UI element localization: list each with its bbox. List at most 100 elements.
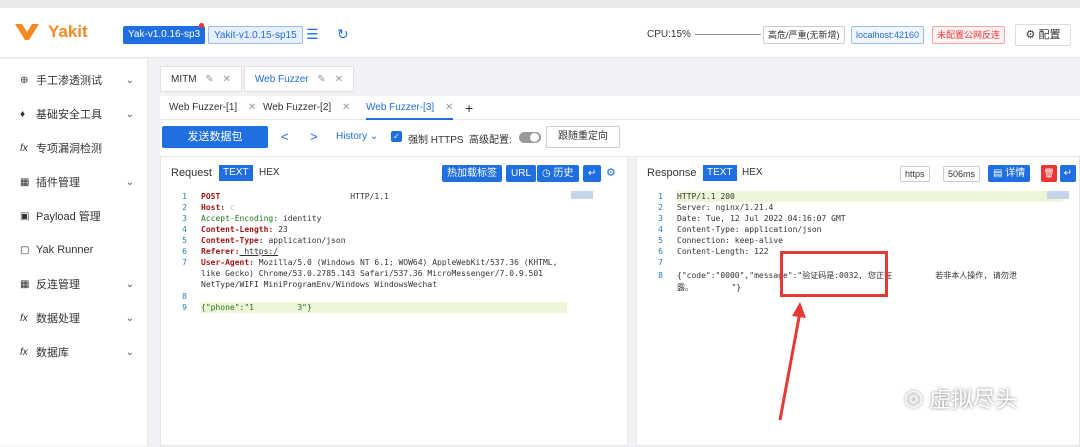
code-line: 7 [658,258,663,267]
wechat-icon: ◎ [904,385,924,410]
code-line: 5 Content-Type: application/json [182,236,346,245]
settings-icon[interactable]: ⚙ [606,166,616,179]
hotload-tag-button[interactable]: 热加载标签 [442,165,502,182]
detail-button[interactable]: ▤ 详情 [988,165,1031,182]
sidebar-item-database[interactable]: fx 数据库 ⌄ [0,335,148,369]
response-title: Response [647,167,697,179]
reverse-warning-chip[interactable]: 未配置公网反连 [932,26,1006,44]
tab-web-fuzzer-1[interactable]: Web Fuzzer-[1] ✕ [169,96,256,120]
sidebar-item-label: 插件管理 [36,177,80,189]
sidebar-item-label: 手工渗透测试 [36,75,102,87]
edit-icon[interactable]: ✎ [317,74,325,85]
tab-label: Web Fuzzer-[3] [366,102,435,113]
app-logo: Yakit [14,22,88,42]
prev-icon[interactable]: < [281,129,289,144]
code-line: 1 HTTP/1.1 200 [658,192,735,201]
detail-button-label: 详情 [1005,168,1026,179]
chevron-down-icon: ⌄ [125,312,134,324]
main-tabs: MITM ✎ ✕ Web Fuzzer ✎ ✕ [160,66,356,92]
next-icon[interactable]: > [310,129,318,144]
sidebar-item-plugins[interactable]: ▦ 插件管理 ⌄ [0,165,148,199]
sidebar-item-vuln-detect[interactable]: fx 专项漏洞检测 [0,131,148,165]
tab-label: MITM [171,74,197,85]
minimap [1047,191,1069,199]
annotation-highlight-box [780,251,888,297]
history-button[interactable]: ◷ 历史 [537,165,579,182]
fuzzer-subtabs: Web Fuzzer-[1] ✕ Web Fuzzer-[2] ✕ Web Fu… [160,96,1080,120]
watermark-text: 虚拟尽头 [929,387,1018,412]
refresh-icon[interactable]: ↻ [337,26,349,43]
sidebar-item-label: 专项漏洞检测 [36,143,102,155]
tab-web-fuzzer[interactable]: Web Fuzzer ✎ ✕ [243,66,354,92]
update-dot [199,23,204,28]
chevron-down-icon: ⌄ [125,74,134,86]
sidebar-item-label: 数据处理 [36,313,80,325]
code-line: NetType/WIFI MiniProgramEnv/Windows Wind… [201,280,438,289]
code-line: like Gecko) Chrome/53.0.2785.143 Safari/… [201,269,543,278]
code-line: 露。 "} [677,283,742,292]
history-dropdown[interactable]: History ⌄ [336,131,378,142]
sidebar-item-payload[interactable]: ▣ Payload 管理 [0,199,148,233]
response-text-toggle[interactable]: TEXT [703,165,737,181]
code-line: 4 Content-Length: 23 [182,225,288,234]
host-chip[interactable]: localhost:42160 [851,26,925,44]
send-request-button[interactable]: 发送数据包 [162,126,268,148]
add-tab-icon[interactable]: + [465,96,473,120]
follow-redirect-button[interactable]: 跟随重定向 [546,126,620,148]
force-https-checkbox[interactable]: ✓ [391,131,402,142]
code-line: 5 Connection: keep-alive [658,236,783,245]
tab-web-fuzzer-3[interactable]: Web Fuzzer-[3] ✕ [366,96,454,120]
code-line: 4 Content-Type: application/json [658,225,822,234]
config-button[interactable]: ⚙ 配置 [1015,24,1071,46]
request-hex-toggle[interactable]: HEX [255,165,284,181]
request-text-toggle[interactable]: TEXT [219,165,253,181]
code-line: 3 Date: Tue, 12 Jul 2022 04:16:07 GMT [658,214,846,223]
yakit-version-badge[interactable]: Yakit-v1.0.15-sp15 [208,26,303,44]
yakit-logo-icon [15,24,39,40]
close-icon[interactable]: ✕ [248,102,256,113]
sidebar-item-manual-pentest[interactable]: ⊕ 手工渗透测试 ⌄ [0,63,148,97]
request-header: Request TEXT HEX 热加载标签 URL ◷ 历史 ↵ ⚙ [161,157,627,187]
tab-web-fuzzer-2[interactable]: Web Fuzzer-[2] ✕ [263,96,350,120]
advanced-config-toggle[interactable] [519,132,541,143]
enter-icon[interactable]: ↵ [583,165,602,182]
chevron-down-icon: ⌄ [125,278,134,290]
response-header: Response TEXT HEX https 506ms ▤ 详情 🗑 ↵ [637,157,1079,187]
request-editor[interactable]: 1 POST HTTP/1.1 2 Host: c 3 Accept-Encoding… [161,187,627,447]
terminal-icon: ▢ [20,244,30,256]
clock-icon: ◷ [542,168,554,179]
tab-mitm[interactable]: MITM ✎ ✕ [160,66,242,92]
sidebar-item-reverse[interactable]: ▦ 反连管理 ⌄ [0,267,148,301]
menu-icon[interactable]: ☰ [306,26,319,43]
response-hex-toggle[interactable]: HEX [738,165,767,181]
sidebar-item-label: 反连管理 [36,279,80,291]
sidebar-item-label: 基础安全工具 [36,109,102,121]
sidebar-item-data-processing[interactable]: fx 数据处理 ⌄ [0,301,148,335]
edit-icon[interactable]: ✎ [205,74,213,85]
tool-icon: ♦ [20,108,26,120]
close-icon[interactable]: ✕ [445,102,453,113]
code-line: 1 POST HTTP/1.1 [182,192,389,201]
history-button-label: 历史 [553,168,574,179]
close-icon[interactable]: ✕ [335,74,343,85]
grid-icon: ▦ [20,176,30,188]
config-label: 配置 [1038,29,1061,41]
delete-icon[interactable]: 🗑 [1041,165,1057,182]
advanced-config-label: 高级配置: [469,135,512,146]
close-icon[interactable]: ✕ [342,102,350,113]
minimap [571,191,593,199]
sidebar-item-basic-tools[interactable]: ♦ 基础安全工具 ⌄ [0,97,148,131]
tab-label: Web Fuzzer-[1] [169,102,238,113]
enter-icon[interactable]: ↵ [1060,165,1076,182]
app-title: Yakit [48,22,88,41]
close-icon[interactable]: ✕ [223,74,231,85]
url-button[interactable]: URL [506,165,537,182]
risk-chip[interactable]: 高危/严重(无新增) [763,26,845,44]
code-line: 2 Host: c [182,203,235,212]
chevron-down-icon: ⌄ [125,346,134,358]
request-title: Request [171,167,212,179]
fx-icon: fx [20,346,28,358]
yak-version-badge[interactable]: Yak-v1.0.16-sp3 [123,26,206,44]
tab-label: Web Fuzzer [254,74,309,85]
sidebar-item-yak-runner[interactable]: ▢ Yak Runner [0,233,148,267]
